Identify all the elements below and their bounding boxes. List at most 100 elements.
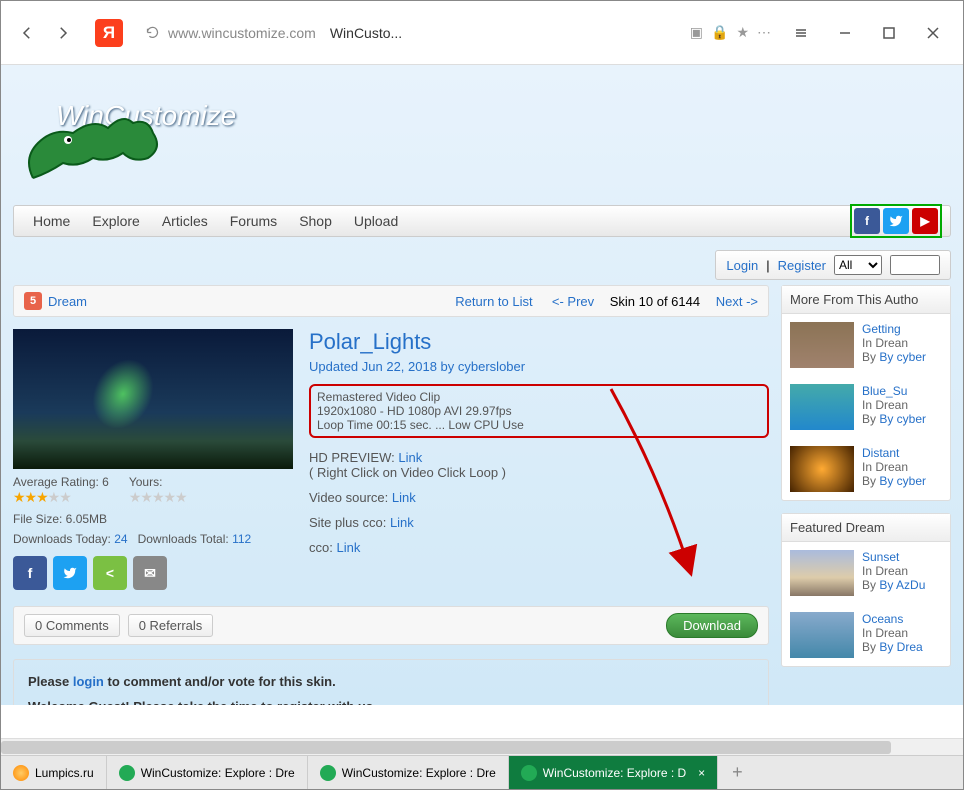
featured-item[interactable]: OceansIn DreanBy By Drea xyxy=(782,604,950,666)
videosrc-label: Video source: xyxy=(309,490,392,505)
featured-item[interactable]: SunsetIn DreanBy By AzDu xyxy=(782,542,950,604)
thumb-icon xyxy=(790,384,854,430)
hdpreview-link[interactable]: Link xyxy=(398,450,422,465)
horizontal-scrollbar[interactable] xyxy=(1,738,963,755)
tab-wincustomize-2[interactable]: WinCustomize: Explore : Dre xyxy=(308,756,509,789)
login-link[interactable]: Login xyxy=(726,258,758,273)
yandex-icon[interactable]: Я xyxy=(95,19,123,47)
hdpreview-label: HD PREVIEW: xyxy=(309,450,398,465)
social-links: f ▶ xyxy=(850,204,942,238)
related-item[interactable]: GettingIn DreanBy By cyber xyxy=(782,314,950,376)
star-icon[interactable]: ★ xyxy=(736,24,749,41)
skin-preview-image[interactable] xyxy=(13,329,293,469)
updated-text: Updated Jun 22, 2018 by xyxy=(309,359,458,374)
more-header: More From This Autho xyxy=(782,286,950,314)
reload-icon[interactable] xyxy=(145,25,160,40)
auth-bar: Login | Register All xyxy=(715,250,951,280)
category-icon: 5 xyxy=(24,292,42,310)
category-link[interactable]: Dream xyxy=(48,294,87,309)
share-twitter-icon[interactable] xyxy=(53,556,87,590)
prev-link[interactable]: <- Prev xyxy=(552,294,594,309)
nav-shop[interactable]: Shop xyxy=(288,213,343,229)
related-item[interactable]: Blue_SuIn DreanBy By cyber xyxy=(782,376,950,438)
comments-button[interactable]: 0 Comments xyxy=(24,614,120,637)
cco-label: cco: xyxy=(309,540,336,555)
dl-today-label: Downloads Today: xyxy=(13,532,114,546)
url-text: www.wincustomize.com xyxy=(168,25,316,41)
description-highlight: Remastered Video Clip 1920x1080 - HD 108… xyxy=(309,384,769,438)
desc-line2: 1920x1080 - HD 1080p AVI 29.97fps xyxy=(317,404,761,418)
login-link-2[interactable]: login xyxy=(73,674,104,689)
menu-button[interactable] xyxy=(779,13,823,53)
address-bar[interactable]: www.wincustomize.com WinCusto... ▣ 🔒 ★ ⋯ xyxy=(137,24,779,41)
breadcrumb: 5 Dream Return to List <- Prev Skin 10 o… xyxy=(13,285,769,317)
thumb-icon xyxy=(790,446,854,492)
dl-total-label: Downloads Total: xyxy=(138,532,233,546)
close-button[interactable] xyxy=(911,13,955,53)
more-icon[interactable]: ⋯ xyxy=(757,24,771,41)
nav-home[interactable]: Home xyxy=(22,213,81,229)
desc-line3: Loop Time 00:15 sec. ... Low CPU Use xyxy=(317,418,761,432)
maximize-button[interactable] xyxy=(867,13,911,53)
new-tab-button[interactable]: + xyxy=(718,756,757,789)
favicon xyxy=(521,765,537,781)
skin-title: Polar_Lights xyxy=(309,329,769,355)
lizard-logo-icon xyxy=(13,108,213,198)
your-rating-stars[interactable]: ★★★★★ xyxy=(129,489,187,506)
forward-button[interactable] xyxy=(45,15,81,51)
favicon xyxy=(119,765,135,781)
nav-explore[interactable]: Explore xyxy=(81,213,150,229)
tab-wincustomize-1[interactable]: WinCustomize: Explore : Dre xyxy=(107,756,308,789)
siteplus-label: Site plus cco: xyxy=(309,515,390,530)
favicon xyxy=(13,765,29,781)
dl-total-value[interactable]: 112 xyxy=(232,532,251,546)
nav-forums[interactable]: Forums xyxy=(219,213,288,229)
author-link[interactable]: cyberslober xyxy=(458,359,525,374)
skin-position: Skin 10 of 6144 xyxy=(610,294,700,309)
twitter-icon[interactable] xyxy=(883,208,909,234)
featured-dream-panel: Featured Dream SunsetIn DreanBy By AzDu … xyxy=(781,513,951,667)
favicon xyxy=(320,765,336,781)
browser-tabs: Lumpics.ru WinCustomize: Explore : Dre W… xyxy=(1,755,963,789)
thumb-icon xyxy=(790,322,854,368)
return-list-link[interactable]: Return to List xyxy=(455,294,532,309)
nav-articles[interactable]: Articles xyxy=(151,213,219,229)
share-generic-icon[interactable]: < xyxy=(93,556,127,590)
close-tab-icon[interactable]: × xyxy=(698,766,705,780)
avg-rating-stars: ★★★★★ xyxy=(13,489,109,506)
page-title: WinCusto... xyxy=(330,25,402,41)
share-facebook-icon[interactable]: f xyxy=(13,556,47,590)
dl-today-value[interactable]: 24 xyxy=(114,532,127,546)
your-rating-label: Yours: xyxy=(129,475,187,489)
minimize-button[interactable] xyxy=(823,13,867,53)
login-prompt-box: Please login to comment and/or vote for … xyxy=(13,659,769,705)
action-bar: 0 Comments 0 Referrals Download xyxy=(13,606,769,645)
welcome-text: Welcome Guest! Please take the time to r… xyxy=(28,699,377,705)
featured-header: Featured Dream xyxy=(782,514,950,542)
filter-select[interactable]: All xyxy=(834,255,882,275)
more-from-author-panel: More From This Autho GettingIn DreanBy B… xyxy=(781,285,951,501)
download-button[interactable]: Download xyxy=(666,613,758,638)
youtube-icon[interactable]: ▶ xyxy=(912,208,938,234)
tab-wincustomize-active[interactable]: WinCustomize: Explore : D× xyxy=(509,756,718,789)
siteplus-link[interactable]: Link xyxy=(390,515,414,530)
share-email-icon[interactable]: ✉ xyxy=(133,556,167,590)
browser-toolbar: Я www.wincustomize.com WinCusto... ▣ 🔒 ★… xyxy=(1,1,963,65)
translate-icon[interactable]: ▣ xyxy=(690,24,703,41)
next-link[interactable]: Next -> xyxy=(716,294,758,309)
cco-link[interactable]: Link xyxy=(336,540,360,555)
nav-upload[interactable]: Upload xyxy=(343,213,409,229)
desc-line1: Remastered Video Clip xyxy=(317,390,761,404)
search-input[interactable] xyxy=(890,255,940,275)
lock-icon[interactable]: 🔒 xyxy=(711,24,728,41)
rightclick-hint: ( Right Click on Video Click Loop ) xyxy=(309,465,506,480)
tab-lumpics[interactable]: Lumpics.ru xyxy=(1,756,107,789)
page-content: WinCustomize Home Explore Articles Forum… xyxy=(1,65,963,705)
videosrc-link[interactable]: Link xyxy=(392,490,416,505)
back-button[interactable] xyxy=(9,15,45,51)
facebook-icon[interactable]: f xyxy=(854,208,880,234)
related-item[interactable]: DistantIn DreanBy By cyber xyxy=(782,438,950,500)
referrals-button[interactable]: 0 Referrals xyxy=(128,614,214,637)
main-nav: Home Explore Articles Forums Shop Upload… xyxy=(13,205,951,237)
register-link[interactable]: Register xyxy=(778,258,826,273)
